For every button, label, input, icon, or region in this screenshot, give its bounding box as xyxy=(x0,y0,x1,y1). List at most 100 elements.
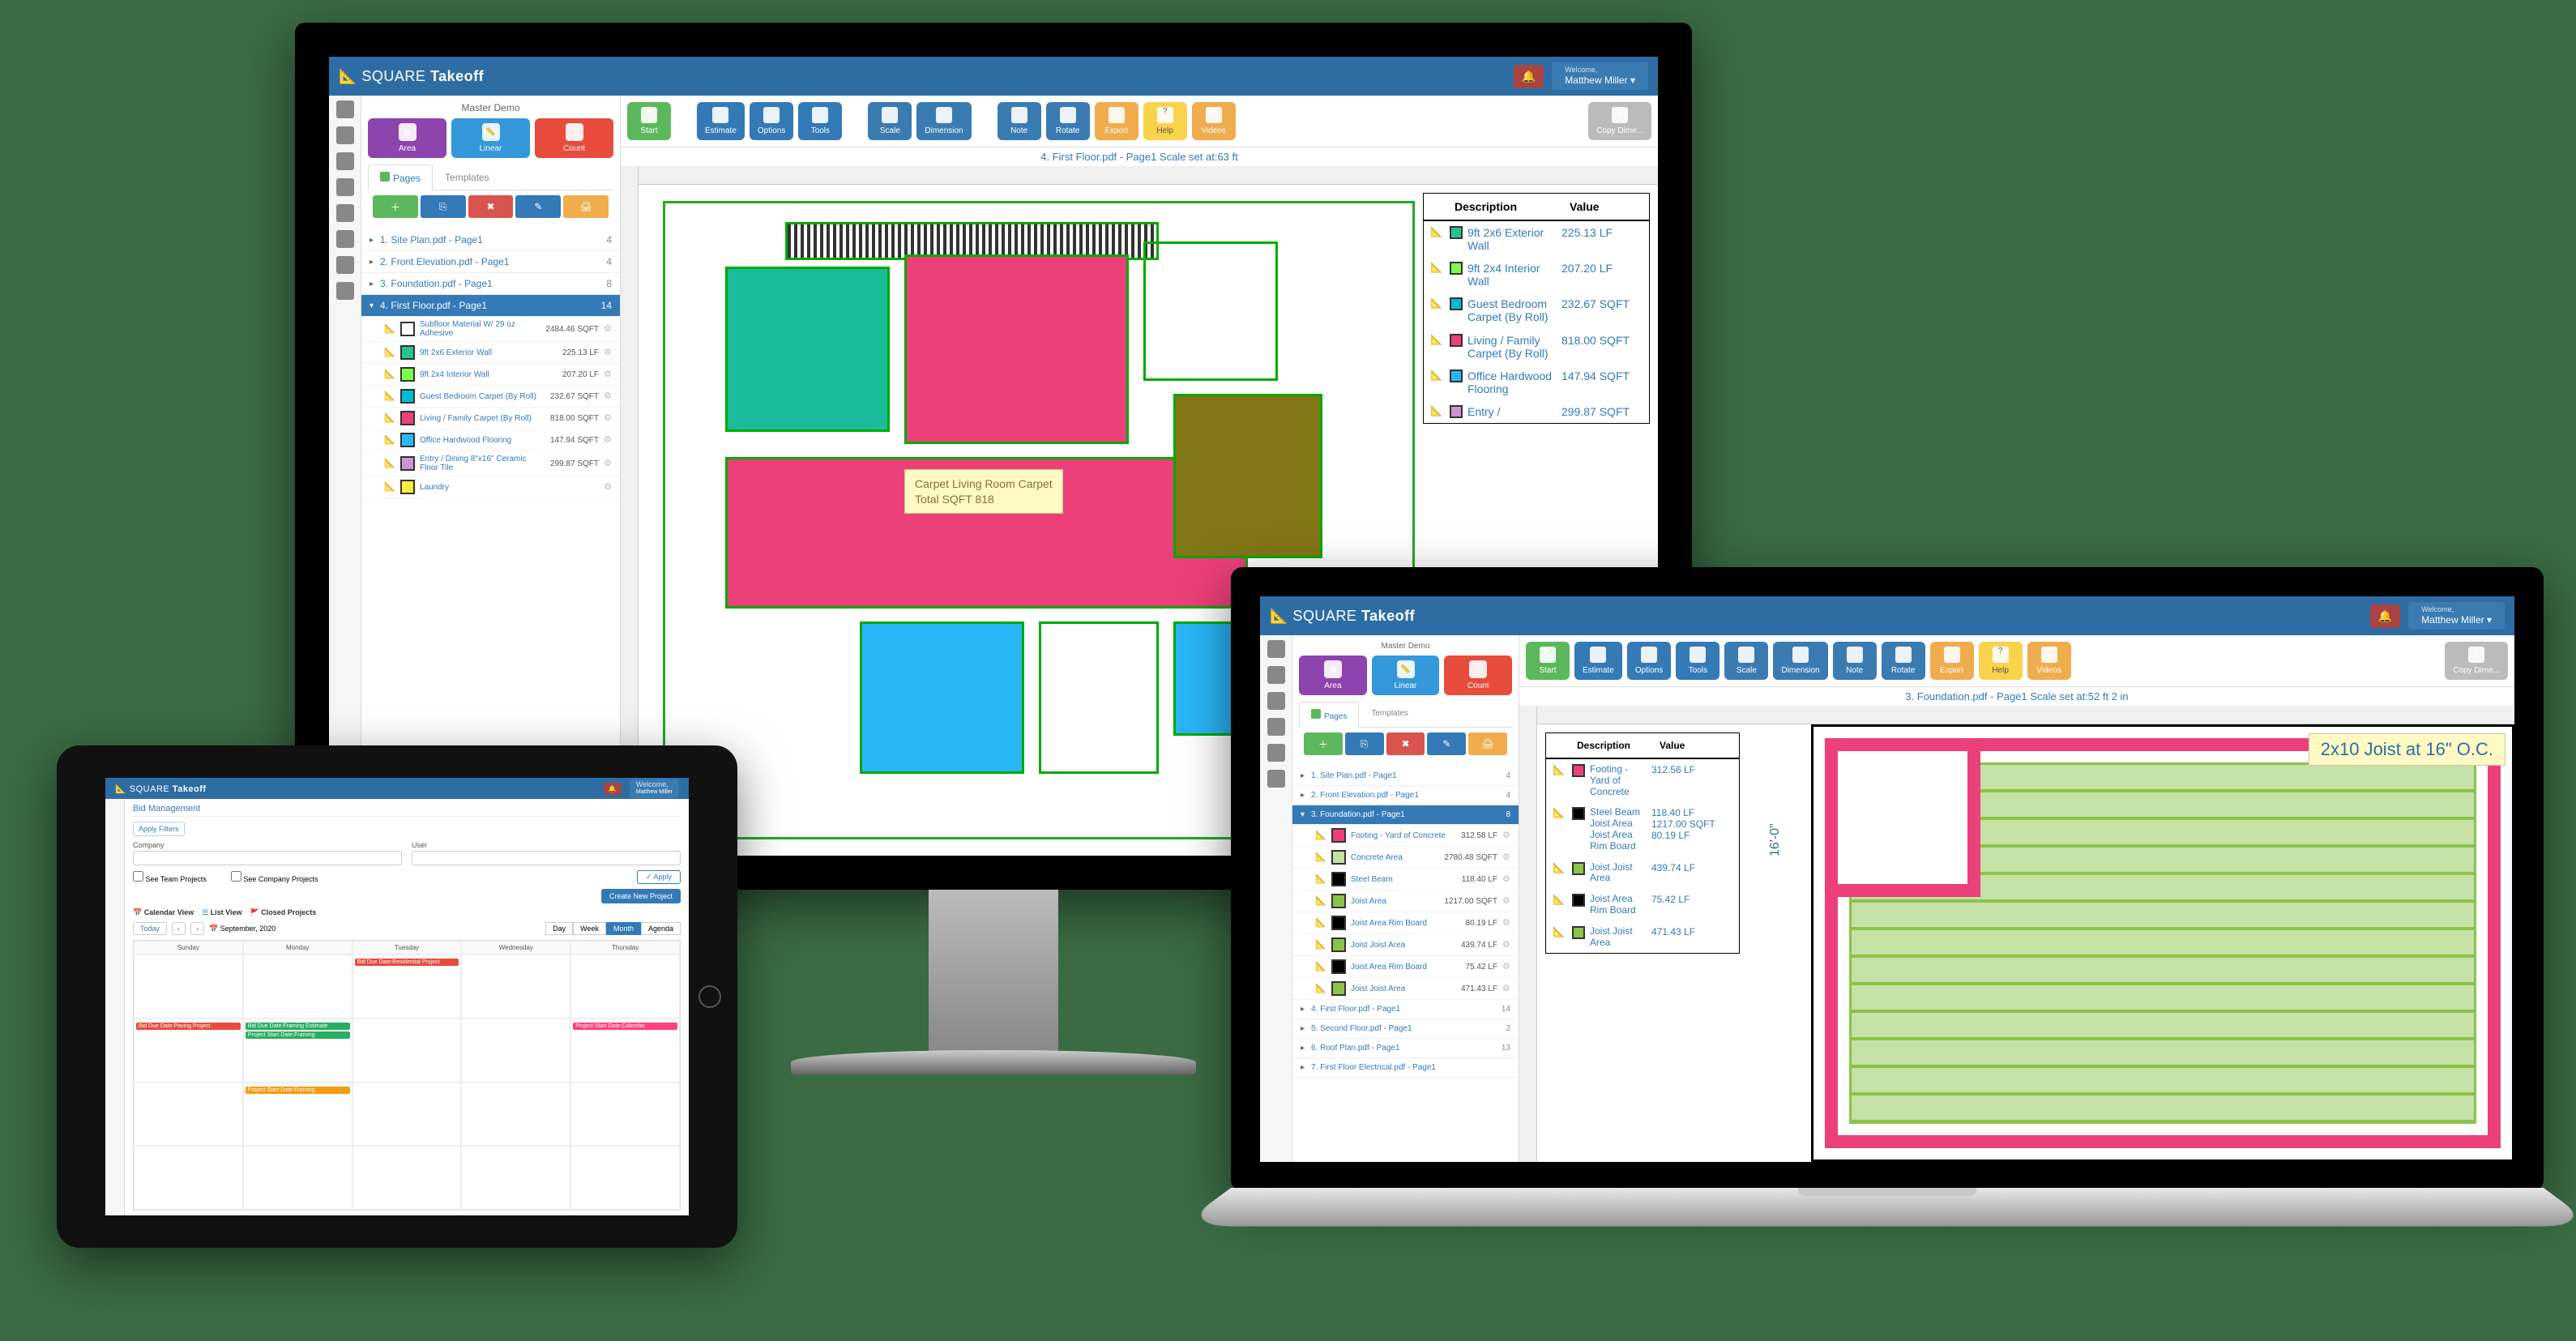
result-row[interactable]: 📐9ft 2x4 Interior Wall207.20 LF xyxy=(1424,257,1649,293)
gear-icon[interactable]: ⚙ xyxy=(604,347,615,358)
measure-item[interactable]: 📐Entry / Dining 8"x16" Ceramic Floor Til… xyxy=(361,451,620,476)
tool-count[interactable]: ◎Count xyxy=(1444,656,1512,695)
measure-item[interactable]: 📐Office Hardwood Flooring147.94 SQFT⚙ xyxy=(361,429,620,451)
measure-item[interactable]: 📐Steel Beam118.40 LF⚙ xyxy=(1292,869,1519,890)
options-button[interactable]: Options xyxy=(1627,642,1671,680)
event[interactable]: Project Start Date:Calendar xyxy=(573,1023,677,1030)
see-team-checkbox[interactable]: See Team Projects xyxy=(133,871,207,883)
rotate-button[interactable]: Rotate xyxy=(1882,642,1925,680)
rail-icon[interactable] xyxy=(336,204,354,222)
result-row[interactable]: 📐Steel Beam Joist Area Joist Area Rim Bo… xyxy=(1546,802,1739,856)
videos-button[interactable]: ▶Videos xyxy=(1192,102,1236,140)
calendar-cell[interactable]: Bid Due Date:Framing EstimateProject Sta… xyxy=(243,1019,352,1083)
page-item[interactable]: ▸7. First Floor Electrical.pdf - Page1 xyxy=(1292,1058,1519,1078)
apply-button[interactable]: ✓ Apply xyxy=(637,870,681,884)
user-menu[interactable]: Welcome,Matthew Miller ▾ xyxy=(1552,62,1648,89)
notifications-button[interactable]: 🔔 xyxy=(604,783,622,795)
export-button[interactable]: Export xyxy=(1930,642,1974,680)
rail-icon[interactable] xyxy=(336,256,354,274)
rail-icon[interactable] xyxy=(336,178,354,196)
result-row[interactable]: 📐Entry /299.87 SQFT xyxy=(1424,400,1649,423)
estimate-button[interactable]: Estimate xyxy=(697,102,745,140)
gear-icon[interactable]: ⚙ xyxy=(604,391,615,402)
tab-list[interactable]: ☰ List View xyxy=(202,908,241,917)
results-panel[interactable]: DescriptionValue 📐9ft 2x6 Exterior Wall2… xyxy=(1423,193,1650,424)
clone-button[interactable]: ⎘ xyxy=(1345,732,1384,755)
add-button[interactable]: ＋ xyxy=(1304,732,1343,755)
mode-week[interactable]: Week xyxy=(573,922,606,935)
calendar-cell[interactable] xyxy=(461,1083,570,1147)
delete-button[interactable]: ✖ xyxy=(1386,732,1425,755)
gear-icon[interactable]: ⚙ xyxy=(604,481,615,493)
rail-icon[interactable] xyxy=(336,230,354,248)
rail-icon[interactable] xyxy=(1267,666,1285,684)
rail-icon[interactable] xyxy=(1267,640,1285,658)
rail-icon[interactable] xyxy=(1267,692,1285,710)
options-button[interactable]: Options xyxy=(750,102,793,140)
calendar-cell[interactable] xyxy=(134,955,243,1019)
result-row[interactable]: 📐9ft 2x6 Exterior Wall225.13 LF xyxy=(1424,221,1649,257)
result-row[interactable]: 📐Living / Family Carpet (By Roll)818.00 … xyxy=(1424,329,1649,365)
calendar-cell[interactable] xyxy=(570,1083,680,1147)
company-input[interactable] xyxy=(133,851,402,865)
page-item-active[interactable]: ▾4. First Floor.pdf - Page114 xyxy=(361,295,620,317)
tab-pages[interactable]: Pages xyxy=(1299,702,1359,728)
measure-item[interactable]: 📐Joist Joist Area439.74 LF⚙ xyxy=(1292,934,1519,956)
mode-month[interactable]: Month xyxy=(606,922,641,935)
scale-button[interactable]: Scale xyxy=(868,102,912,140)
create-project-button[interactable]: Create New Project xyxy=(601,889,681,903)
tool-count[interactable]: ◎Count xyxy=(535,118,613,158)
calendar-cell[interactable] xyxy=(243,1146,352,1210)
measure-item[interactable]: 📐Laundry⚙ xyxy=(361,476,620,498)
prev-button[interactable]: ‹ xyxy=(172,922,186,935)
clone-button[interactable]: ⎘ xyxy=(421,195,466,218)
result-row[interactable]: 📐Joist Joist Area471.43 LF xyxy=(1546,921,1739,954)
tab-calendar[interactable]: 📅 Calendar View xyxy=(133,908,194,917)
dimension-button[interactable]: Dimension xyxy=(1773,642,1827,680)
rotate-button[interactable]: Rotate xyxy=(1046,102,1090,140)
measure-item[interactable]: 📐Concrete Area2780.48 SQFT⚙ xyxy=(1292,847,1519,869)
gear-icon[interactable]: ⚙ xyxy=(604,434,615,446)
tab-templates[interactable]: Templates xyxy=(433,164,502,190)
calendar-cell[interactable] xyxy=(570,1146,680,1210)
page-item[interactable]: ▸2. Front Elevation.pdf - Page14 xyxy=(361,251,620,273)
measure-item[interactable]: 📐Footing - Yard of Concrete312.58 LF⚙ xyxy=(1292,825,1519,847)
measure-item[interactable]: 📐Living / Family Carpet (By Roll)818.00 … xyxy=(361,408,620,429)
tools-button[interactable]: Tools xyxy=(798,102,842,140)
tab-templates[interactable]: Templates xyxy=(1359,702,1420,727)
estimate-button[interactable]: Estimate xyxy=(1574,642,1622,680)
export-button[interactable]: Export xyxy=(1095,102,1138,140)
notifications-button[interactable]: 🔔 xyxy=(2370,604,2400,628)
help-button[interactable]: ?Help xyxy=(1143,102,1187,140)
rail-icon[interactable] xyxy=(336,126,354,144)
results-panel[interactable]: DescriptionValue 📐Footing - Yard of Conc… xyxy=(1545,732,1740,954)
notifications-button[interactable]: 🔔 xyxy=(1514,65,1544,88)
tool-linear[interactable]: 📏Linear xyxy=(1372,656,1440,695)
user-input[interactable] xyxy=(412,851,681,865)
measure-item[interactable]: 📐9ft 2x4 Interior Wall207.20 LF⚙ xyxy=(361,364,620,386)
gear-icon[interactable]: ⚙ xyxy=(604,458,615,469)
delete-button[interactable]: ✖ xyxy=(468,195,514,218)
see-company-checkbox[interactable]: See Company Projects xyxy=(231,871,318,883)
edit-button[interactable]: ✎ xyxy=(515,195,561,218)
dimension-button[interactable]: Dimension xyxy=(916,102,971,140)
event[interactable]: Bid Due Date:Residential Project xyxy=(355,959,459,966)
tab-pages[interactable]: Pages xyxy=(368,164,433,190)
tab-closed[interactable]: 🚩 Closed Projects xyxy=(250,908,317,917)
event[interactable]: Bid Due Date:Framing Estimate xyxy=(246,1023,350,1030)
tool-area[interactable]: ▦Area xyxy=(368,118,446,158)
copy-button[interactable]: ＋Copy Dime... xyxy=(1588,102,1651,140)
start-button[interactable]: ▶Start xyxy=(627,102,671,140)
rail-icon[interactable] xyxy=(336,152,354,170)
calendar-cell[interactable] xyxy=(352,1146,462,1210)
measure-item[interactable]: 📐9ft 2x6 Exterior Wall225.13 LF⚙ xyxy=(361,342,620,364)
scale-button[interactable]: Scale xyxy=(1724,642,1768,680)
calendar-cell[interactable]: Bid Due Date:Residential Project xyxy=(352,955,462,1019)
tools-button[interactable]: Tools xyxy=(1676,642,1719,680)
calendar-cell[interactable]: Bid Due Date:Paving Project xyxy=(134,1019,243,1083)
calendar-cell[interactable] xyxy=(461,1019,570,1083)
tool-area[interactable]: ▦Area xyxy=(1299,656,1367,695)
drawing-canvas[interactable]: DescriptionValue 📐Footing - Yard of Conc… xyxy=(1537,724,2514,1162)
gear-icon[interactable]: ⚙ xyxy=(604,412,615,424)
calendar-cell[interactable]: Project Start Date:Framing xyxy=(243,1083,352,1147)
